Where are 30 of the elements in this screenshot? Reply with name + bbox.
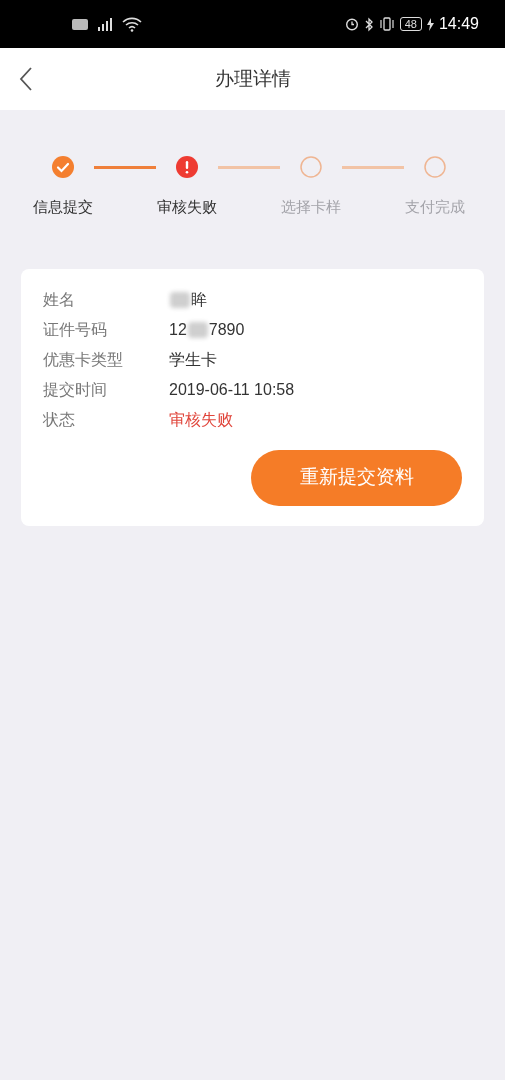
step-label: 选择卡样 — [281, 197, 341, 217]
blurred-patch — [170, 292, 190, 308]
wifi-icon — [122, 16, 142, 32]
field-label: 姓名 — [43, 290, 76, 310]
step-label: 支付完成 — [405, 197, 465, 217]
field-label: 提交时间 — [43, 380, 108, 400]
blurred-patch — [187, 322, 208, 338]
page-title: 办理详情 — [214, 66, 291, 91]
step-label: 信息提交 — [33, 197, 93, 217]
resubmit-button[interactable]: 重新提交资料 — [251, 449, 462, 506]
field-value: 审核失败 — [169, 410, 233, 430]
battery-level: 48 — [399, 17, 422, 31]
step-connector — [342, 166, 404, 169]
back-icon — [19, 67, 33, 91]
field-label: 证件号码 — [43, 320, 108, 340]
field-value: 7890 — [208, 320, 245, 340]
field-label: 优惠卡类型 — [43, 350, 124, 370]
vibrate-icon — [378, 17, 395, 31]
clock-time: 14:49 — [438, 14, 479, 34]
step-connector — [94, 166, 156, 169]
bluetooth-icon — [363, 16, 374, 32]
step-label: 审核失败 — [157, 197, 217, 217]
field-value: 学生卡 — [169, 350, 217, 370]
step-connector — [218, 166, 280, 169]
field-label: 状态 — [43, 410, 76, 430]
alarm-icon — [344, 17, 359, 31]
charging-icon — [426, 17, 434, 31]
field-value: 2019-06-11 10:58 — [169, 380, 295, 400]
field-value: 12 — [169, 320, 187, 340]
field-value: 眸 — [191, 290, 207, 310]
